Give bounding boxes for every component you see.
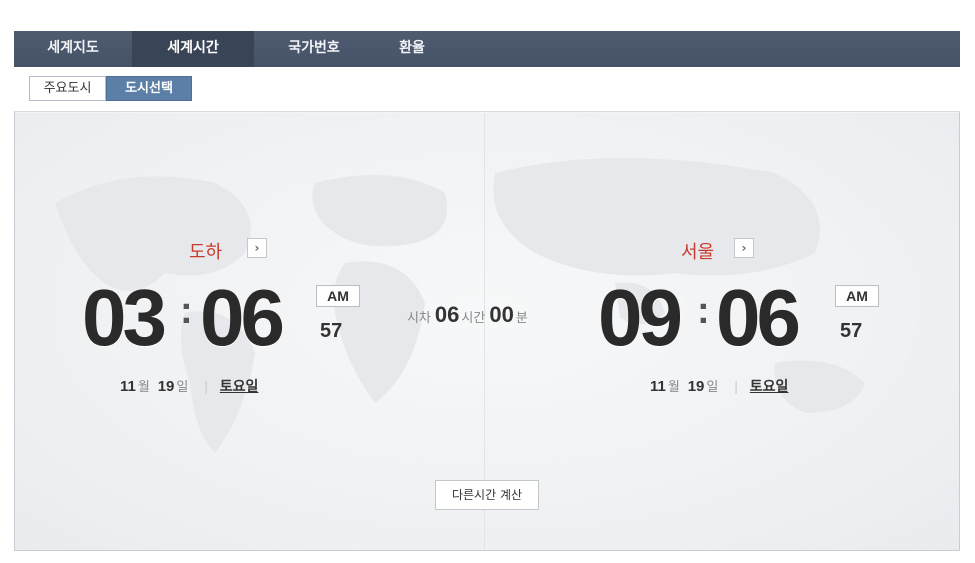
subtab-major-cities[interactable]: 주요도시: [29, 76, 106, 101]
left-city-name: 도하: [189, 242, 223, 263]
right-month: 11: [650, 378, 666, 395]
right-day: 19: [687, 378, 705, 395]
right-colon: :: [697, 290, 710, 332]
other-time-calc-button[interactable]: 다른시간 계산: [435, 480, 539, 510]
time-diff-hours: 06: [434, 302, 460, 327]
time-diff-minutes-unit: 분: [515, 310, 528, 325]
left-hour: 03: [82, 273, 167, 362]
left-date: 11 월 19 일 | 토요일: [120, 376, 258, 396]
chevron-right-icon: ›: [741, 241, 747, 255]
subtab-select-city[interactable]: 도시선택: [106, 76, 192, 101]
main-tab-bar: 세계지도 세계시간 국가번호 환율: [14, 31, 960, 67]
time-diff-hours-unit: 시간: [461, 310, 486, 325]
right-minute: 06: [716, 273, 801, 362]
left-month: 11: [120, 378, 136, 395]
left-seconds: 57: [320, 320, 343, 342]
right-hour: 09: [598, 273, 683, 362]
right-month-unit: 월: [667, 379, 680, 394]
right-ampm-badge: AM: [835, 285, 879, 307]
right-date-separator: |: [734, 378, 738, 394]
tab-country-code[interactable]: 국가번호: [254, 31, 374, 67]
tab-exchange-rate[interactable]: 환율: [374, 31, 450, 67]
left-day: 19: [157, 378, 175, 395]
left-minute: 06: [200, 273, 285, 362]
left-weekday-link[interactable]: 토요일: [220, 378, 259, 394]
right-weekday-link[interactable]: 토요일: [750, 378, 789, 394]
time-diff-minutes: 00: [489, 302, 514, 327]
right-city-select-button[interactable]: ›: [734, 238, 754, 258]
time-diff-prefix: 시차: [407, 310, 431, 325]
right-seconds: 57: [840, 320, 863, 342]
time-difference: 시차 06 시간 00 분: [407, 302, 528, 328]
left-day-unit: 일: [176, 379, 189, 394]
sub-tab-bar: 주요도시 도시선택: [14, 67, 960, 112]
right-date: 11 월 19 일 | 토요일: [650, 376, 788, 396]
tab-world-time[interactable]: 세계시간: [132, 31, 254, 67]
right-day-unit: 일: [706, 379, 719, 394]
tab-world-map[interactable]: 세계지도: [14, 31, 132, 67]
left-month-unit: 월: [137, 379, 150, 394]
right-city-name: 서울: [681, 242, 715, 263]
left-city-select-button[interactable]: ›: [247, 238, 267, 258]
left-ampm-badge: AM: [316, 285, 360, 307]
left-date-separator: |: [204, 378, 208, 394]
chevron-right-icon: ›: [254, 241, 260, 255]
left-colon: :: [180, 290, 193, 332]
